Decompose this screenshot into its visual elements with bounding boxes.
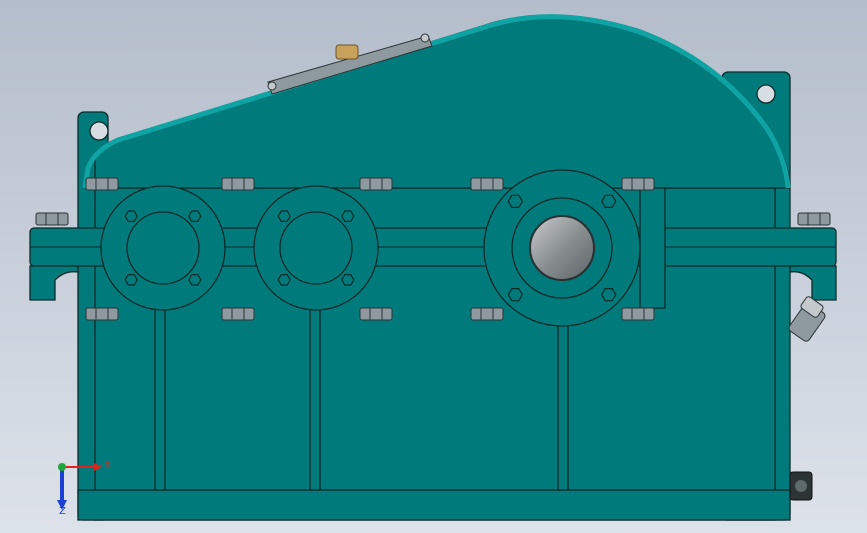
boss-bolt [277, 210, 291, 222]
boss-bolt [601, 194, 617, 208]
lug-hole-right [756, 84, 776, 104]
boss-bolt [277, 274, 291, 286]
lug-hole-left [89, 121, 109, 141]
boss-bolt [341, 274, 355, 286]
hex-bolt [359, 177, 393, 191]
hex-bolt [85, 307, 119, 321]
hex-bolt [470, 177, 504, 191]
bearing-boss-3 [483, 169, 641, 327]
hex-bolt [470, 307, 504, 321]
hex-bolt [85, 177, 119, 191]
bearing-boss-1 [100, 185, 226, 311]
boss-bolt [188, 274, 202, 286]
hex-bolt [221, 177, 255, 191]
boss-bolt [188, 210, 202, 222]
boss-bolt [507, 194, 523, 208]
hex-bolt [621, 177, 655, 191]
boss-bolt [124, 210, 138, 222]
hex-bolt [35, 212, 69, 226]
gearbox-drawing: X Z [0, 0, 867, 533]
drain-plug [789, 471, 813, 501]
boss-bolt [341, 210, 355, 222]
axis-x-label: X [104, 460, 111, 471]
hex-bolt [359, 307, 393, 321]
output-shaft [529, 215, 595, 281]
hex-bolt [221, 307, 255, 321]
axis-z-label: Z [59, 506, 66, 517]
boss-bolt [601, 288, 617, 302]
hex-bolt [621, 307, 655, 321]
hex-bolt [797, 212, 831, 226]
bearing-boss-2 [253, 185, 379, 311]
boss-bolt [124, 274, 138, 286]
boss-bolt [507, 288, 523, 302]
